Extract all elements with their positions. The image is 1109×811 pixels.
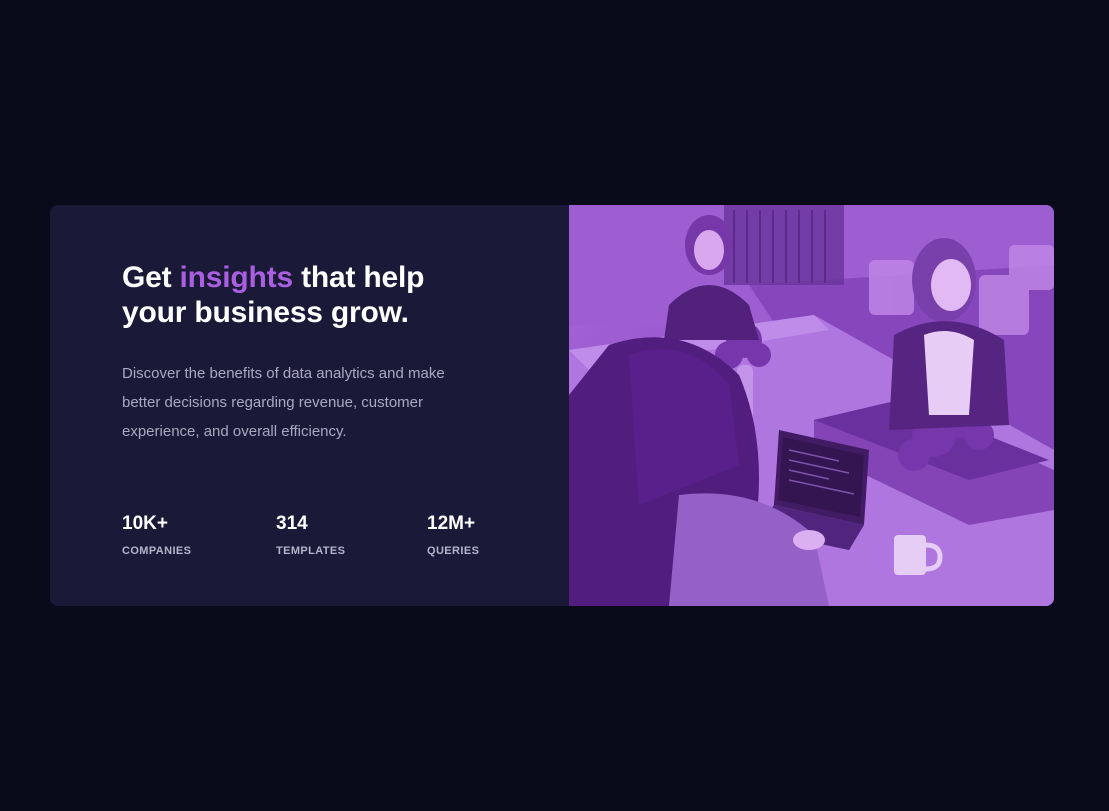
stat-queries: 12M+ queries [427,512,479,557]
stat-value: 10K+ [122,513,168,534]
stat-value: 12M+ [427,513,476,534]
stat-label: companies [122,545,192,557]
stat-value: 314 [276,513,308,534]
card-content: Get insights that help your business gro… [50,205,569,606]
stats-preview-card: Get insights that help your business gro… [50,205,1054,606]
stat-companies: 10K+ companies [122,512,191,557]
headline-prefix: Get [122,261,180,294]
stat-label: templates [276,545,346,557]
card-description: Discover the benefits of data analytics … [122,365,445,440]
office-team-photo [569,205,1054,606]
stat-templates: 314 templates [276,512,345,557]
card-headline: Get insights that help your business gro… [122,260,462,330]
office-photo-illustration [569,205,1054,606]
stat-label: queries [427,545,480,557]
stats-row: 10K+ companies 314 templates 12M+ querie… [122,512,542,572]
headline-accent: insights [179,261,294,294]
